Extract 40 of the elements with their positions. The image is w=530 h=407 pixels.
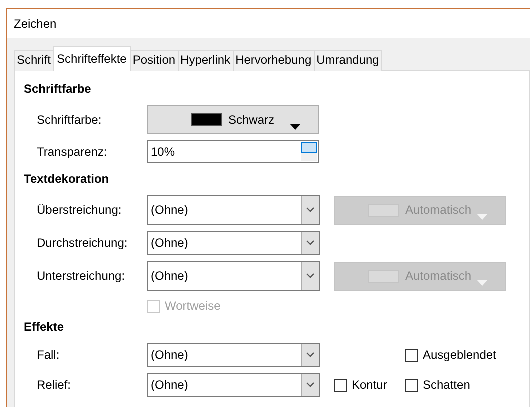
field-label: Relief: [37,377,72,394]
tab[interactable]: Hyperlink [178,50,234,71]
caret-icon [290,124,301,130]
checkbox[interactable]: Ausgeblendet [405,346,496,364]
color-dropdown[interactable]: Schwarz [147,105,319,134]
checkbox: Wortweise [147,297,221,315]
tab[interactable]: Schrift [14,50,54,71]
checkbox[interactable]: Kontur [334,376,405,394]
section-heading: Textdekoration [24,171,110,188]
checkbox[interactable]: Schatten [405,376,476,394]
section-heading: Schriftfarbe [24,81,92,98]
field-label: Überstreichung: [37,202,123,219]
field-label: Schriftfarbe: [37,112,103,128]
tab[interactable]: Hervorhebung [232,50,315,71]
caret-icon [306,240,315,246]
field-label: Durchstreichung: [37,235,129,252]
color-swatch [191,113,222,126]
caret-icon [306,273,315,279]
dropdown[interactable]: (Ohne) [147,261,320,291]
caret-icon [477,214,488,220]
tab[interactable]: Umrandung [314,50,382,71]
tab[interactable]: Position [130,50,179,71]
caret-icon [306,382,315,388]
tab[interactable]: Schrifteffekte [53,46,131,71]
caret-icon [306,207,315,213]
spin-up-button[interactable] [301,142,317,152]
color-dropdown: Automatisch [334,262,506,290]
window-title: Zeichen [14,16,57,32]
field-label: Transparenz: [37,144,108,160]
dropdown[interactable]: (Ohne) [147,195,320,225]
color-dropdown: Automatisch [334,196,506,224]
caret-icon [477,280,488,286]
dropdown[interactable]: (Ohne) [147,231,320,255]
field-label: Unterstreichung: [37,268,126,285]
section-heading: Effekte [24,319,66,336]
field-label: Fall: [37,347,61,364]
spin-field[interactable]: 10% [147,140,319,163]
caret-icon [306,352,315,358]
dropdown[interactable]: (Ohne) [147,373,320,397]
dropdown[interactable]: (Ohne) [147,343,320,367]
